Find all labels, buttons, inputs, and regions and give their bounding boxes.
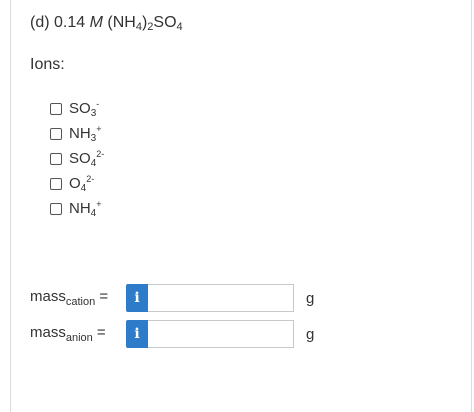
ion-sub: 4 bbox=[90, 207, 97, 219]
ion-charge: 2- bbox=[86, 173, 95, 184]
info-icon[interactable]: i bbox=[126, 284, 148, 312]
mass-label-sub: cation bbox=[65, 296, 96, 308]
mass-label-text: mass bbox=[30, 288, 66, 305]
equals-sign: = bbox=[95, 288, 109, 305]
ion-base: SO bbox=[69, 149, 91, 167]
ion-option-nh4[interactable]: NH4+ bbox=[50, 196, 104, 221]
concentration-value: 0.14 bbox=[54, 14, 86, 31]
ion-charge: + bbox=[96, 198, 102, 209]
formula-part: SO bbox=[153, 14, 177, 31]
mass-label-sub: anion bbox=[65, 332, 93, 344]
equals-sign: = bbox=[92, 324, 106, 341]
ion-option-o4[interactable]: O42- bbox=[50, 171, 104, 196]
question-title: (d) 0.14 M (NH4)2SO4 bbox=[30, 14, 183, 33]
ion-charge: + bbox=[96, 123, 102, 134]
formula-part: (NH bbox=[107, 14, 136, 31]
question-part: (d) bbox=[30, 14, 50, 31]
checkbox[interactable] bbox=[50, 202, 62, 215]
ion-charge: - bbox=[96, 98, 100, 109]
ion-base: NH bbox=[69, 124, 91, 142]
checkbox[interactable] bbox=[50, 127, 62, 140]
ion-label: SO3- bbox=[69, 99, 99, 119]
ion-label: SO42- bbox=[69, 149, 104, 169]
checkbox[interactable] bbox=[50, 102, 62, 115]
checkbox[interactable] bbox=[50, 152, 62, 165]
ion-base: SO bbox=[69, 99, 91, 117]
ion-option-nh3[interactable]: NH3+ bbox=[50, 121, 104, 146]
ions-label: Ions: bbox=[30, 56, 65, 73]
ion-label: O42- bbox=[69, 174, 94, 194]
concentration-unit: M bbox=[89, 14, 103, 31]
formula: (NH4)2SO4 bbox=[107, 14, 183, 33]
ion-label: NH3+ bbox=[69, 124, 102, 144]
checkbox[interactable] bbox=[50, 177, 62, 190]
ion-base: NH bbox=[69, 199, 91, 217]
ion-sub: 4 bbox=[80, 182, 87, 194]
ion-sub: 4 bbox=[90, 157, 97, 169]
info-icon[interactable]: i bbox=[126, 320, 148, 348]
mass-anion-label: massanion = bbox=[30, 324, 126, 344]
mass-anion-row: massanion = i g bbox=[30, 319, 314, 349]
ion-option-so4[interactable]: SO42- bbox=[50, 146, 104, 171]
unit-label: g bbox=[306, 289, 315, 307]
mass-anion-input[interactable] bbox=[148, 320, 294, 348]
ion-base: O bbox=[69, 174, 81, 192]
ion-sub: 3 bbox=[90, 132, 97, 144]
unit-label: g bbox=[306, 325, 315, 343]
ion-checkbox-list: SO3- NH3+ SO42- O42- NH4+ bbox=[50, 96, 104, 221]
ion-sub: 3 bbox=[90, 107, 97, 119]
ion-charge: 2- bbox=[96, 148, 105, 159]
mass-cation-input[interactable] bbox=[148, 284, 294, 312]
mass-label-text: mass bbox=[30, 324, 66, 341]
ion-label: NH4+ bbox=[69, 199, 102, 219]
formula-sub: 4 bbox=[176, 21, 183, 33]
mass-cation-label: masscation = bbox=[30, 288, 126, 308]
ion-option-so3[interactable]: SO3- bbox=[50, 96, 104, 121]
mass-cation-row: masscation = i g bbox=[30, 283, 314, 313]
